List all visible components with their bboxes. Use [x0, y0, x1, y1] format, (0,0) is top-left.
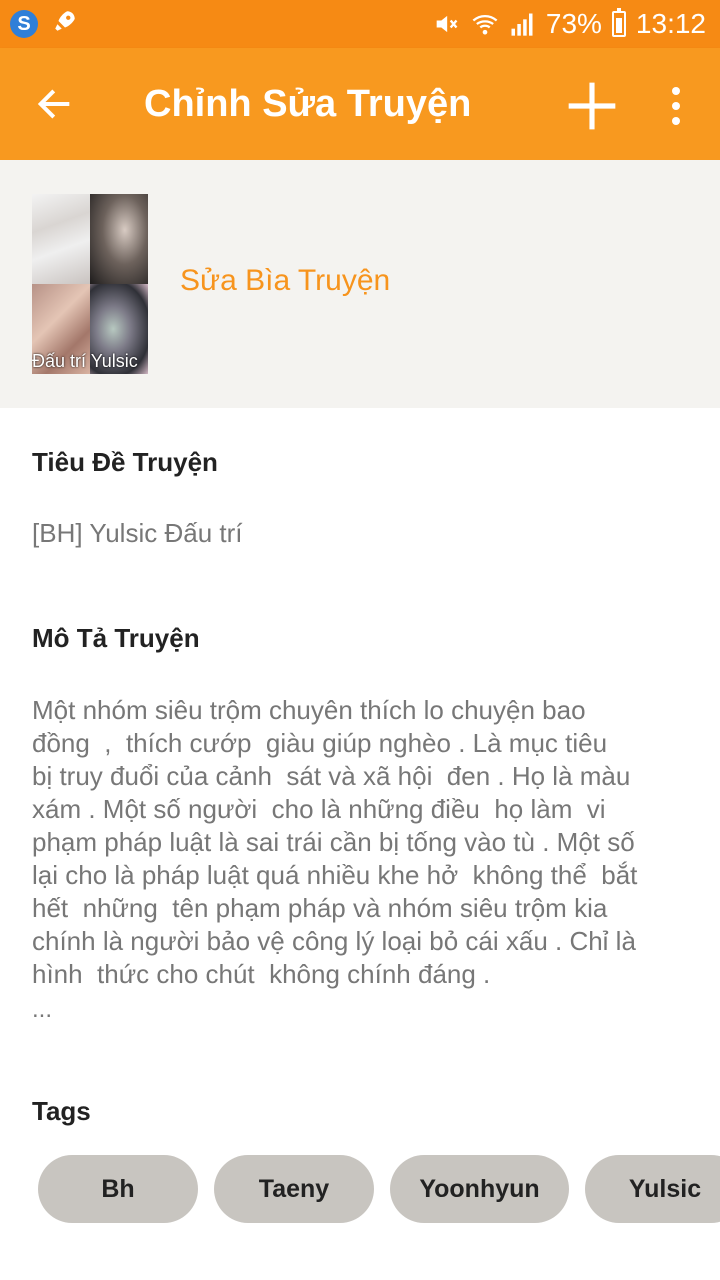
- story-title-label: Tiêu Đề Truyện: [32, 447, 218, 477]
- page-title: Chỉnh Sửa Truyện: [144, 83, 472, 125]
- story-title-field[interactable]: [BH] Yulsic Đấu trí: [32, 518, 243, 549]
- cover-caption: Đấu trí Yulsic: [32, 351, 138, 371]
- status-bar: S 73% 13:12: [0, 0, 720, 48]
- back-button[interactable]: [30, 80, 78, 128]
- tags-label: Tags: [32, 1096, 91, 1126]
- tag-chip[interactable]: Taeny: [214, 1155, 374, 1223]
- tags-list: Bh Taeny Yoonhyun Yulsic: [38, 1155, 720, 1223]
- rocket-icon: [52, 8, 78, 41]
- battery-percent: 73%: [545, 8, 602, 39]
- description-ellipsis: ...: [32, 996, 53, 1023]
- cover-tile: [90, 194, 148, 284]
- more-options-button[interactable]: [658, 78, 694, 134]
- more-dot: [672, 117, 680, 125]
- more-dot: [672, 87, 680, 95]
- app-notification-icon: S: [10, 10, 38, 38]
- edit-cover-button[interactable]: Sửa Bìa Truyện: [180, 264, 390, 298]
- wifi-icon: [470, 10, 498, 38]
- description-field[interactable]: Một nhóm siêu trộm chuyên thích lo chuyệ…: [32, 694, 692, 991]
- signal-icon: [508, 10, 536, 38]
- battery-icon: [611, 8, 626, 37]
- tag-chip[interactable]: Yoonhyun: [390, 1155, 569, 1223]
- mute-icon: [432, 10, 460, 38]
- description-label: Mô Tả Truyện: [32, 623, 200, 653]
- clock: 13:12: [635, 8, 706, 39]
- tag-chip[interactable]: Yulsic: [585, 1155, 720, 1223]
- tag-chip[interactable]: Bh: [38, 1155, 198, 1223]
- cover-tile: [32, 194, 90, 284]
- add-button[interactable]: [564, 78, 620, 134]
- app-bar: Chỉnh Sửa Truyện: [0, 48, 720, 160]
- arrow-left-icon: [37, 89, 70, 119]
- plus-icon: [568, 82, 616, 130]
- more-dot: [672, 102, 680, 110]
- cover-section: Đấu trí Yulsic Sửa Bìa Truyện: [0, 160, 720, 408]
- cover-image[interactable]: Đấu trí Yulsic: [32, 194, 148, 374]
